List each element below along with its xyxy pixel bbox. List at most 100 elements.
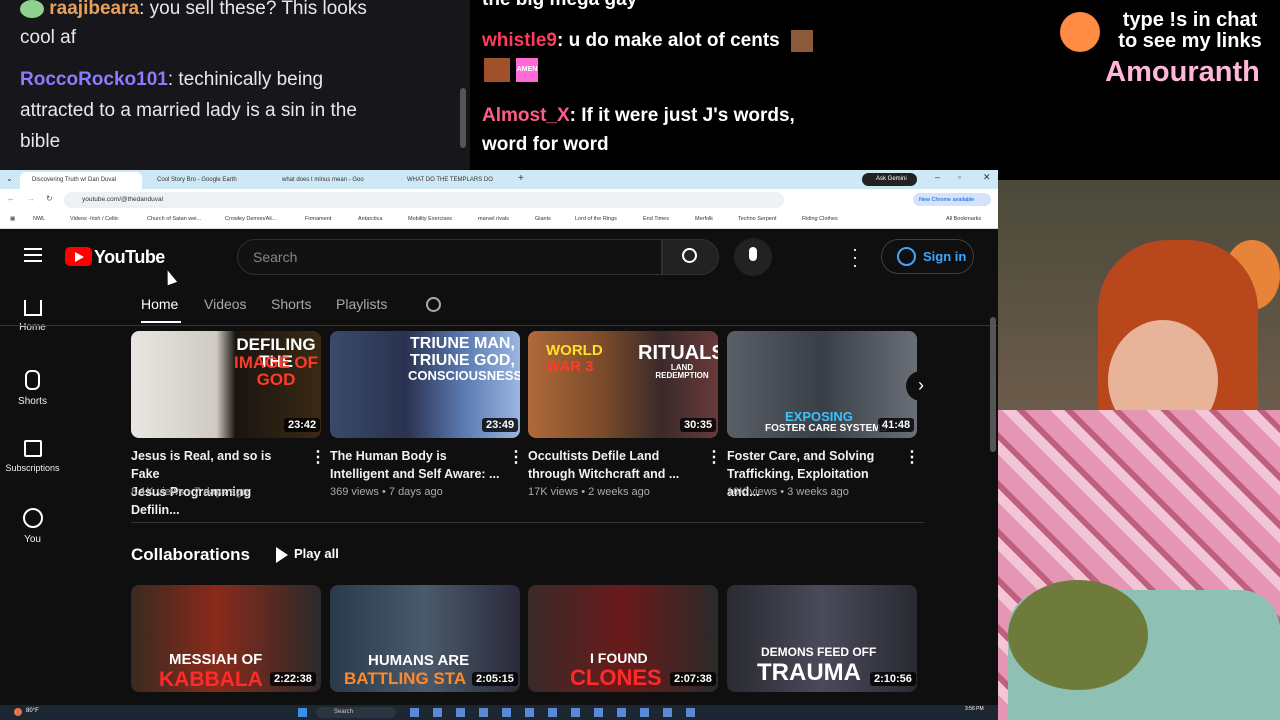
taskbar-search[interactable]: Search <box>316 707 396 718</box>
shorts-icon <box>25 370 40 390</box>
new-chrome-badge[interactable]: New Chrome available <box>913 193 991 206</box>
thumb-text: KABBALA <box>159 668 263 691</box>
home-icon <box>23 300 42 316</box>
bookmark[interactable]: Church of Satan wei... <box>147 216 201 222</box>
thumb-text: EXPOSING <box>785 409 853 424</box>
weather-text[interactable]: 80°F <box>26 708 39 714</box>
tab-shorts[interactable]: Shorts <box>271 296 311 312</box>
maximize-button[interactable]: ▫ <box>958 173 961 182</box>
video-meta: 10K views • 3 weeks ago <box>727 486 849 498</box>
tab-templars[interactable]: WHAT DO THE TEMPLARS DO <box>395 172 513 189</box>
chat-username: raajibeara <box>49 0 140 19</box>
bookmark[interactable]: marvel rivals <box>478 216 509 222</box>
carousel-next-button[interactable]: › <box>906 371 936 401</box>
bookmark[interactable]: End Times <box>643 216 669 222</box>
chat-scrollbar[interactable] <box>460 88 466 148</box>
play-all-button[interactable]: Play all <box>276 546 339 563</box>
chat-username: Almost_X <box>482 105 570 126</box>
video-menu-icon[interactable]: ⋮ <box>508 447 524 467</box>
knitting-yarn <box>1008 580 1148 690</box>
account-icon <box>897 247 916 266</box>
thumb-text: RITUALS <box>638 342 718 364</box>
bookmark[interactable]: Firmament <box>305 216 331 222</box>
thumb-text: TRAUMA <box>757 659 861 686</box>
close-button[interactable]: ✕ <box>983 172 991 183</box>
video-meta: 8.1K views • 7 days ago <box>131 486 248 498</box>
sign-in-button[interactable]: Sign in <box>881 239 974 274</box>
tab-bar: ⌄ Discovering Truth w/ Dan Duval Cool St… <box>0 170 998 189</box>
taskbar-app-icons[interactable] <box>410 708 700 717</box>
video-duration: 2:07:38 <box>670 672 716 686</box>
clock: 3:56 PM <box>965 706 984 712</box>
search-icon <box>682 248 697 263</box>
bookmark[interactable]: Lord of the Rings <box>575 216 617 222</box>
page-scrollbar[interactable] <box>990 317 996 452</box>
youtube-logo-icon[interactable] <box>65 247 92 266</box>
sidebar-item-subscriptions[interactable]: Subscriptions <box>0 440 65 474</box>
bookmark[interactable]: Mobility Exercises <box>408 216 452 222</box>
ask-gemini-button[interactable]: Ask Gemini <box>862 173 917 186</box>
more-options-icon[interactable]: · · · <box>852 240 858 274</box>
bookmark[interactable]: Antarctica <box>358 216 382 222</box>
video-meta: 17K views • 2 weeks ago <box>528 486 650 498</box>
chat-text: : techinically being <box>167 69 324 90</box>
tab-videos[interactable]: Videos <box>204 296 247 312</box>
sidebar-label: Subscriptions <box>5 463 60 473</box>
sidebar-item-home[interactable]: Home <box>0 300 65 333</box>
tab-home[interactable]: Home <box>141 296 178 312</box>
bookmark[interactable]: NWL <box>33 216 45 222</box>
tab-list-icon[interactable]: ⌄ <box>6 174 13 183</box>
video-duration: 23:42 <box>284 418 321 432</box>
thumb-text: BATTLING STA <box>344 669 467 688</box>
thumb-text: LAND REDEMPTION <box>655 363 709 380</box>
video-duration: 2:10:56 <box>870 672 916 686</box>
windows-taskbar: 80°F Search 3:56 PM <box>0 705 998 720</box>
sidebar-label: You <box>24 534 41 545</box>
tab-playlists[interactable]: Playlists <box>336 296 387 312</box>
chat-message: RoccoRocko101: techinically being <box>20 64 323 95</box>
tab-google-earth[interactable]: Cool Story Bro - Google Earth <box>145 172 263 189</box>
search-box[interactable]: Search <box>237 239 662 275</box>
apps-icon[interactable]: ▦ <box>10 216 15 222</box>
search-input[interactable]: Search <box>253 249 297 265</box>
bookmark[interactable]: Merfolk <box>695 216 713 222</box>
tab-t-minus[interactable]: what does t minus mean - Goo <box>270 172 388 189</box>
tab-discovering-truth[interactable]: Discovering Truth w/ Dan Duval <box>20 172 142 189</box>
video-menu-icon[interactable]: ⋮ <box>706 447 722 467</box>
bookmark[interactable]: Crowley Demon/Ali... <box>225 216 276 222</box>
overlay-line1: type !s in chat <box>1122 9 1258 31</box>
bookmark[interactable]: Techno Serpent <box>738 216 777 222</box>
voice-search-button[interactable] <box>734 238 772 276</box>
all-bookmarks[interactable]: All Bookmarks <box>946 216 981 222</box>
reload-icon[interactable]: ↻ <box>46 194 53 203</box>
chat-text: attracted to a married lady is a sin in … <box>20 100 357 121</box>
video-menu-icon[interactable]: ⋮ <box>904 447 920 467</box>
chat-panel-left: raajibeara: you sell these? This looks c… <box>0 0 470 170</box>
bookmark[interactable]: Videos -Irish / Celtic <box>70 216 119 222</box>
channel-search-icon[interactable] <box>426 297 441 312</box>
video-title[interactable]: Occultists Defile Land through Witchcraft… <box>528 447 698 483</box>
sidebar-item-you[interactable]: You <box>0 508 65 545</box>
active-tab-indicator <box>141 321 181 323</box>
new-tab-button[interactable]: + <box>518 173 524 184</box>
thumb-text: TRIUNE GOD, <box>410 352 515 369</box>
sidebar-item-shorts[interactable]: Shorts <box>0 370 65 407</box>
video-menu-icon[interactable]: ⋮ <box>310 447 326 467</box>
sidebar-label: Home <box>19 322 46 333</box>
youtube-logo-text[interactable]: YouTube <box>94 247 165 268</box>
overlay-name: Amouranth <box>1105 56 1260 88</box>
start-icon[interactable] <box>298 708 307 717</box>
bookmark[interactable]: Giants <box>535 216 551 222</box>
thumb-text: DEMONS FEED OFF <box>761 645 877 659</box>
bookmark[interactable]: Riding Clothes <box>802 216 838 222</box>
forward-icon[interactable]: → <box>27 194 35 203</box>
search-button[interactable] <box>662 239 719 275</box>
video-duration: 2:22:38 <box>270 672 316 686</box>
video-title[interactable]: Jesus is Real, and so is Fake Jesus Progr… <box>131 447 301 519</box>
chat-message: Almost_X: If it were just J's words, <box>482 100 795 131</box>
minimize-button[interactable]: – <box>935 172 940 182</box>
back-icon[interactable]: ← <box>7 194 15 203</box>
menu-icon[interactable] <box>24 248 42 262</box>
url-field[interactable]: youtube.com/@thedanduval <box>64 192 784 208</box>
video-title[interactable]: The Human Body is Intelligent and Self Aw… <box>330 447 500 483</box>
